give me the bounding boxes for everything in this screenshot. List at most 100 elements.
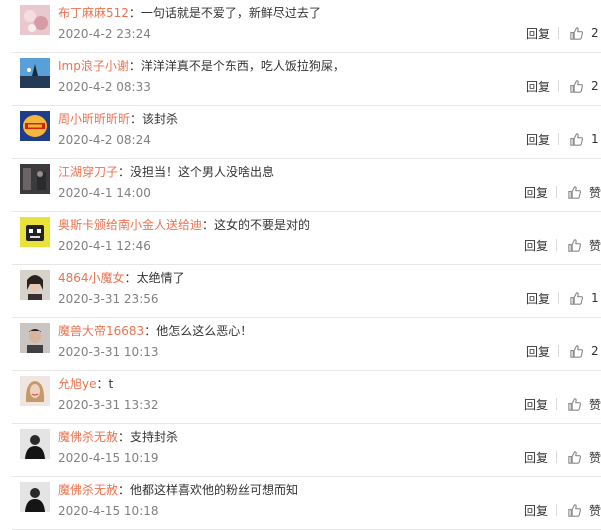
comment-row: 周小昕昕昕昕：该封杀 2020-4-2 08:24 回复 1 <box>12 106 601 159</box>
like-button[interactable]: 赞 <box>567 184 601 201</box>
thumbs-up-icon <box>568 238 581 252</box>
burger-king-logo-avatar <box>20 111 50 141</box>
comment-actions: 回复 赞 <box>524 501 601 519</box>
like-button[interactable]: 2 <box>569 79 601 94</box>
username-link[interactable]: 魔兽大帝16683 <box>58 324 144 338</box>
reply-button[interactable]: 回复 <box>526 343 552 360</box>
comment-row: 4864小魔女：太绝情了 2020-3-31 23:56 回复 1 <box>12 265 601 318</box>
dark-street-avatar <box>20 164 50 194</box>
reply-button[interactable]: 回复 <box>526 131 552 148</box>
comment-text: 支持封杀 <box>130 430 179 444</box>
username-link[interactable]: 奥斯卡颁给南小金人送给迪 <box>58 218 202 232</box>
comment-row: 魔佛杀无赦：支持封杀 2020-4-15 10:19 回复 赞 <box>12 424 601 477</box>
colon-separator: ： <box>202 218 215 232</box>
comment-text: 这女的不要是对的 <box>214 218 311 232</box>
comment-text: 一句话就是不爱了，新鲜尽过去了 <box>140 6 321 20</box>
comment-row: 奥斯卡颁给南小金人送给迪：这女的不要是对的 2020-4-1 12:46 回复 赞 <box>12 212 601 265</box>
avatar[interactable] <box>20 270 50 300</box>
comment-row: Imp浪子小谢：洋洋洋真不是个东西，吃人饭拉狗屎， 2020-4-2 08:33 回… <box>12 53 601 106</box>
colon-separator: ： <box>118 483 131 497</box>
comment-line: 奥斯卡颁给南小金人送给迪：这女的不要是对的 <box>58 216 591 234</box>
comment-line: 魔兽大帝16683：他怎么这么恶心！ <box>58 322 591 340</box>
reply-button[interactable]: 回复 <box>524 237 550 254</box>
reply-button[interactable]: 回复 <box>524 449 550 466</box>
woman-portrait-avatar <box>20 270 50 300</box>
comment-time: 2020-4-1 14:00 <box>58 186 151 200</box>
comment-actions: 回复 2 <box>526 342 601 360</box>
like-button[interactable]: 赞 <box>567 449 601 466</box>
comment-row: 江湖穿刀子：没担当！这个男人没啥出息 2020-4-1 14:00 回复 赞 <box>12 159 601 212</box>
username-link[interactable]: 江湖穿刀子 <box>58 165 118 179</box>
like-button[interactable]: 赞 <box>567 396 601 413</box>
like-count: 2 <box>591 344 599 358</box>
action-divider <box>558 27 559 39</box>
reply-button[interactable]: 回复 <box>526 78 552 95</box>
thumbs-up-icon <box>570 79 584 93</box>
avatar[interactable] <box>20 376 50 406</box>
avatar[interactable] <box>20 429 50 459</box>
colon-separator: ： <box>118 430 131 444</box>
like-button[interactable]: 1 <box>569 291 601 306</box>
like-count: 赞 <box>588 450 601 465</box>
reply-button[interactable]: 回复 <box>526 25 552 42</box>
comment-time: 2020-4-2 23:24 <box>58 27 151 41</box>
comment-text: 他都这样喜欢他的粉丝可想而知 <box>130 483 299 497</box>
avatar[interactable] <box>20 5 50 35</box>
avatar[interactable] <box>20 164 50 194</box>
action-divider <box>558 80 559 92</box>
action-divider <box>558 292 559 304</box>
thumbs-up-icon <box>570 132 584 146</box>
username-link[interactable]: 4864小魔女 <box>58 271 125 285</box>
avatar[interactable] <box>20 111 50 141</box>
username-link[interactable]: 布丁麻麻512 <box>58 6 129 20</box>
dark-figure-avatar <box>20 429 50 459</box>
man-portrait-avatar <box>20 323 50 353</box>
username-link[interactable]: 允旭ye <box>58 377 97 391</box>
action-divider <box>555 239 557 251</box>
like-button[interactable]: 2 <box>569 344 601 359</box>
like-button[interactable]: 赞 <box>567 502 601 519</box>
comment-text: 没担当！这个男人没啥出息 <box>130 165 275 179</box>
comment-actions: 回复 1 <box>526 130 601 148</box>
comment-text: 他怎么这么恶心！ <box>156 324 253 338</box>
reply-button[interactable]: 回复 <box>524 184 550 201</box>
like-button[interactable]: 2 <box>569 26 601 41</box>
comment-time: 2020-4-15 10:19 <box>58 451 159 465</box>
comment-line: 魔佛杀无赦：支持封杀 <box>58 428 591 446</box>
reply-button[interactable]: 回复 <box>524 396 550 413</box>
comment-text: 洋洋洋真不是个东西，吃人饭拉狗屎， <box>140 59 345 73</box>
username-link[interactable]: Imp浪子小谢 <box>58 59 129 73</box>
thumbs-up-icon <box>568 503 581 517</box>
blue-sky-avatar <box>20 58 50 88</box>
like-count: 1 <box>591 132 599 146</box>
username-link[interactable]: 魔佛杀无赦 <box>58 483 118 497</box>
comment-line: 允旭ye：t <box>58 375 591 393</box>
blonde-portrait-avatar <box>20 376 50 406</box>
like-button[interactable]: 1 <box>569 132 601 147</box>
like-count: 赞 <box>588 185 601 200</box>
thumbs-up-icon <box>570 26 584 40</box>
reply-button[interactable]: 回复 <box>526 290 552 307</box>
comment-list: 布丁麻麻512：一句话就是不爱了，新鲜尽过去了 2020-4-2 23:24 回复 2… <box>0 0 601 530</box>
thumbs-up-icon <box>570 344 584 358</box>
username-link[interactable]: 魔佛杀无赦 <box>58 430 118 444</box>
comment-time: 2020-3-31 13:32 <box>58 398 159 412</box>
avatar[interactable] <box>20 58 50 88</box>
avatar[interactable] <box>20 323 50 353</box>
colon-separator: ： <box>128 59 141 73</box>
action-divider <box>558 133 559 145</box>
comment-line: 布丁麻麻512：一句话就是不爱了，新鲜尽过去了 <box>58 4 591 22</box>
comment-actions: 回复 赞 <box>524 448 601 466</box>
comment-time: 2020-3-31 10:13 <box>58 345 159 359</box>
username-link[interactable]: 周小昕昕昕昕 <box>58 112 130 126</box>
comment-time: 2020-4-15 10:18 <box>58 504 159 518</box>
avatar[interactable] <box>20 217 50 247</box>
reply-button[interactable]: 回复 <box>524 502 550 519</box>
action-divider <box>555 504 557 516</box>
comment-actions: 回复 2 <box>526 24 601 42</box>
comment-text: t <box>108 377 114 391</box>
like-button[interactable]: 赞 <box>567 237 601 254</box>
comment-row: 魔佛杀无赦：他都这样喜欢他的粉丝可想而知 2020-4-15 10:18 回复 赞 <box>12 477 601 530</box>
comment-line: 魔佛杀无赦：他都这样喜欢他的粉丝可想而知 <box>58 481 591 499</box>
avatar[interactable] <box>20 482 50 512</box>
